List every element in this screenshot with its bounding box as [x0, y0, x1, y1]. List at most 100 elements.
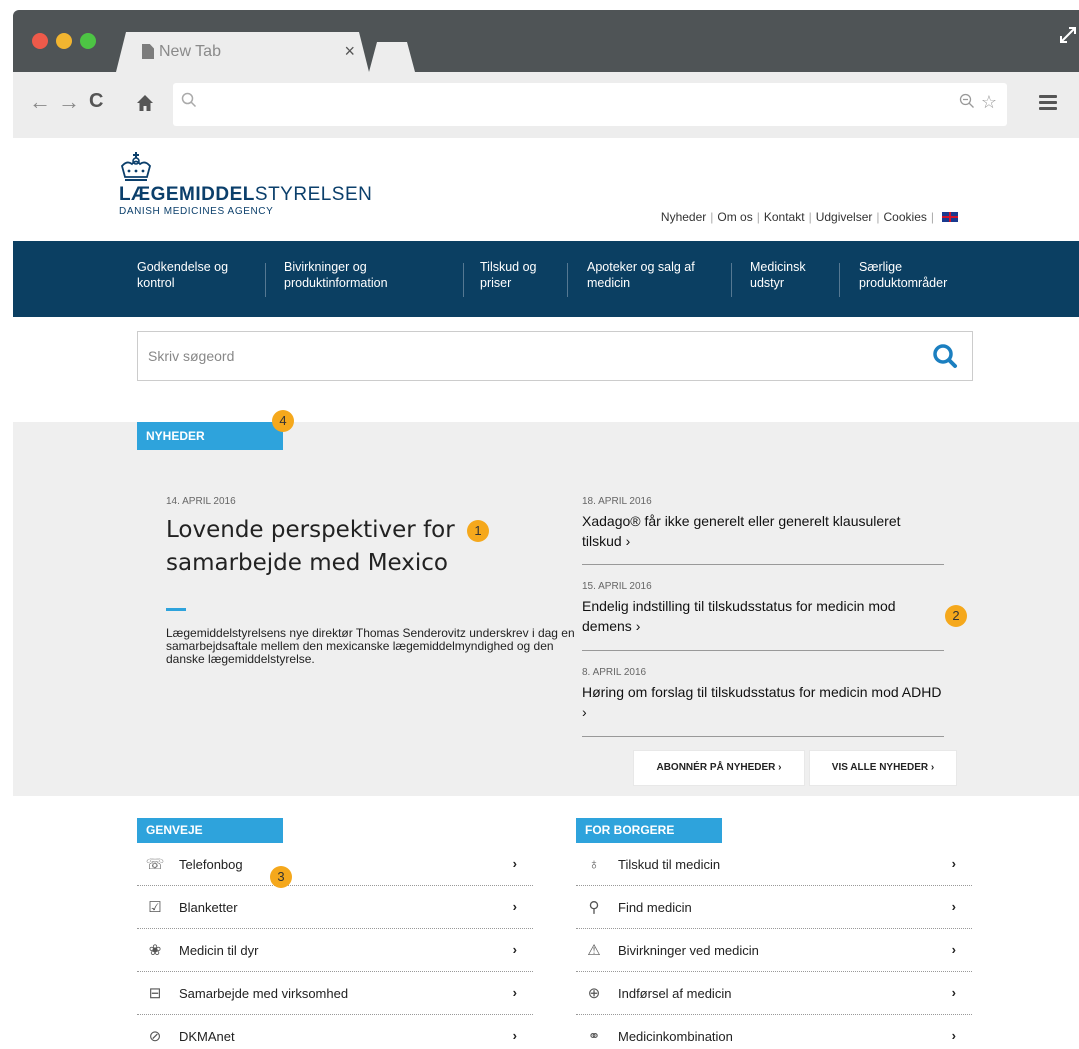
main-news-rule: [166, 608, 186, 611]
list-item-label: Telefonbog: [179, 856, 243, 872]
address-bar[interactable]: ☆: [173, 83, 1007, 126]
forward-arrow-icon[interactable]: →: [58, 89, 80, 115]
main-news-title[interactable]: Lovende perspektiver for samarbejde med …: [166, 514, 506, 580]
zoom-out-icon[interactable]: [959, 93, 975, 109]
title-bar: New Tab ×: [13, 10, 1079, 72]
news-item[interactable]: 15. APRIL 2016 Endelig indstilling til t…: [582, 581, 944, 651]
english-flag-icon[interactable]: [942, 212, 958, 222]
news-item[interactable]: 18. APRIL 2016 Xadago® får ikke generelt…: [582, 496, 944, 565]
list-item-tilskud-til-medicin[interactable]: ♁ Tilskud til medicin ›: [576, 843, 972, 886]
list-item-indforsel[interactable]: ⊕ Indførsel af medicin ›: [576, 972, 972, 1015]
chevron-right-icon: ›: [951, 899, 956, 914]
nav-apoteker[interactable]: Apoteker og salg af medicin: [587, 259, 695, 291]
news-item[interactable]: 8. APRIL 2016 Høring om forslag til tils…: [582, 667, 944, 737]
nav-saerlige[interactable]: Særlige produktområder: [859, 259, 947, 291]
citizens-list: ♁ Tilskud til medicin › ⚲ Find medicin ›…: [576, 843, 972, 1049]
nav-tilskud[interactable]: Tilskud og priser: [480, 259, 537, 291]
crown-logo-icon: [121, 152, 151, 181]
nav-label: produktinformation: [284, 276, 388, 290]
list-item-label: Samarbejde med virksomhed: [179, 985, 349, 1001]
nav-label: priser: [480, 276, 512, 290]
annotation-badge-4: 4: [272, 410, 294, 432]
logo-light: STYRELSEN: [254, 184, 373, 205]
toplink-nyheder[interactable]: Nyheder: [661, 210, 706, 224]
bookmark-star-icon[interactable]: ☆: [981, 92, 997, 113]
browser-toolbar: ← → C ☆: [13, 72, 1079, 138]
all-news-button[interactable]: VIS ALLE NYHEDER ›: [810, 751, 956, 785]
annotation-badge-3: 3: [270, 866, 292, 888]
nav-label: Særlige: [859, 260, 903, 274]
toplink-om-os[interactable]: Om os: [717, 210, 752, 224]
menu-icon[interactable]: [1039, 95, 1057, 113]
chevron-right-icon: ›: [512, 942, 517, 957]
news-item-title: Høring om forslag til tilskudsstatus for…: [582, 684, 942, 720]
checkbox-icon: ☑: [148, 899, 162, 916]
network-icon: ⊘: [148, 1028, 162, 1045]
search-icon: [181, 92, 197, 108]
nav-label: produktområder: [859, 276, 948, 290]
list-item-label: Bivirkninger ved medicin: [618, 942, 759, 958]
close-tab-icon[interactable]: ×: [344, 41, 355, 62]
back-arrow-icon[interactable]: ←: [29, 89, 51, 115]
shortcuts-label: GENVEJE: [137, 818, 283, 843]
browser-tab[interactable]: New Tab ×: [116, 32, 369, 72]
news-section: NYHEDER 4 14. APRIL 2016 Lovende perspek…: [13, 410, 1079, 796]
list-item-telefonbog[interactable]: ☏ Telefonbog ›: [137, 843, 533, 886]
phone-icon: ☏: [145, 856, 165, 873]
list-item-label: DKMAnet: [179, 1028, 235, 1044]
list-item-samarbejde[interactable]: ⊟ Samarbejde med virksomhed ›: [137, 972, 533, 1015]
maximize-window-button[interactable]: [80, 33, 96, 49]
main-news-date: 14. APRIL 2016: [166, 496, 236, 507]
shortcuts-list: ☏ Telefonbog › ☑ Blanketter › ❀ Medicin …: [137, 843, 533, 1049]
news-item-title: Endelig indstilling til tilskudsstatus f…: [582, 598, 896, 634]
main-navigation: Godkendelse og kontrol Bivirkninger og pro…: [13, 241, 1079, 317]
list-item-bivirkninger[interactable]: ⚠ Bivirkninger ved medicin ›: [576, 929, 972, 972]
site-search-input[interactable]: Skriv søgeord: [137, 331, 973, 381]
chevron-right-icon: ›: [951, 942, 956, 957]
site-logo[interactable]: LÆGEMIDDELSTYRELSEN: [119, 184, 372, 206]
news-item-date: 15. APRIL 2016: [582, 581, 652, 592]
list-item-label: Indførsel af medicin: [618, 985, 732, 1001]
search-icon[interactable]: [932, 343, 958, 369]
nav-medicinsk-udstyr[interactable]: Medicinsk udstyr: [750, 259, 806, 291]
nav-godkendelse[interactable]: Godkendelse og kontrol: [137, 259, 228, 291]
nav-bivirkninger[interactable]: Bivirkninger og produktinformation: [284, 259, 388, 291]
annotation-badge-1: 1: [467, 520, 489, 542]
nav-label: Tilskud og: [480, 260, 537, 274]
list-item-dkmanet[interactable]: ⊘ DKMAnet ›: [137, 1015, 533, 1049]
minimize-window-button[interactable]: [56, 33, 72, 49]
nav-label: Bivirkninger og: [284, 260, 367, 274]
search-icon: ⚲: [588, 899, 600, 916]
reload-icon[interactable]: C: [89, 90, 103, 113]
toplink-cookies[interactable]: Cookies: [884, 210, 927, 224]
new-tab-button[interactable]: [369, 42, 415, 72]
list-item-medicinkombination[interactable]: ⚭ Medicinkombination ›: [576, 1015, 972, 1049]
chevron-right-icon: ›: [512, 985, 517, 1000]
logo-subtitle: DANISH MEDICINES AGENCY: [119, 206, 274, 217]
top-links: Nyheder | Om os | Kontakt | Udgivelser | Coo…: [661, 210, 958, 224]
pills-icon: ⚭: [587, 1028, 601, 1045]
subscribe-news-button[interactable]: ABONNÉR PÅ NYHEDER ›: [634, 751, 804, 785]
main-news-text: Lægemiddelstyrelsens nye direktør Thomas…: [166, 626, 575, 666]
list-item-label: Tilskud til medicin: [618, 856, 721, 872]
list-item-label: Blanketter: [179, 899, 238, 915]
list-item-blanketter[interactable]: ☑ Blanketter ›: [137, 886, 533, 929]
close-window-button[interactable]: [32, 33, 48, 49]
news-label: NYHEDER: [137, 422, 283, 450]
toplink-udgivelser[interactable]: Udgivelser: [816, 210, 873, 224]
chevron-right-icon: ›: [512, 856, 517, 871]
search-placeholder: Skriv søgeord: [148, 348, 235, 364]
nav-label: medicin: [587, 276, 631, 290]
list-item-label: Medicin til dyr: [179, 942, 259, 958]
page-icon: [142, 44, 154, 59]
list-item-label: Find medicin: [618, 899, 692, 915]
nav-label: Godkendelse og: [137, 260, 229, 274]
list-item-medicin-til-dyr[interactable]: ❀ Medicin til dyr ›: [137, 929, 533, 972]
toplink-kontakt[interactable]: Kontakt: [764, 210, 805, 224]
list-item-find-medicin[interactable]: ⚲ Find medicin ›: [576, 886, 972, 929]
browser-window: New Tab × ← → C ☆ LÆGEMIDDELSTYRELSEN DA…: [13, 10, 1079, 1049]
nav-label: udstyr: [750, 276, 785, 290]
briefcase-icon: ⊟: [148, 985, 162, 1002]
home-icon[interactable]: [136, 94, 154, 112]
expand-icon[interactable]: [1057, 24, 1079, 46]
